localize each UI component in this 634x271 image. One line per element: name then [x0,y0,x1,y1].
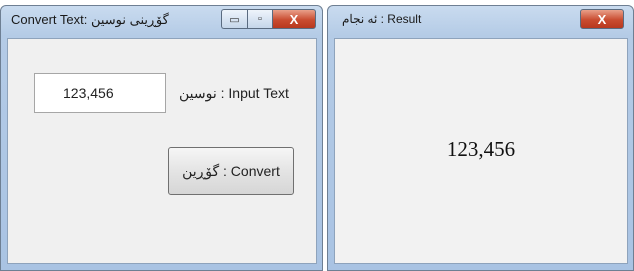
minimize-icon[interactable]: ▭ [221,9,247,29]
result-value: 123,456 [446,137,516,161]
convert-button[interactable]: گۆڕین : Convert [168,147,294,195]
convert-window-title: Convert Text: گۆڕینی نوسین [11,12,169,27]
maximize-icon[interactable]: ▫ [247,9,272,29]
input-text-label: نوسین : Input Text [179,85,289,101]
result-window-titlebar[interactable]: ئه نجام : Result X [328,6,633,38]
convert-window-client: نوسین : Input Text گۆڕین : Convert [7,38,317,264]
close-icon[interactable]: X [272,9,316,29]
input-text-field[interactable] [34,73,166,113]
convert-window-titlebar[interactable]: Convert Text: گۆڕینی نوسین ▭ ▫ X [1,6,322,38]
result-window: ئه نجام : Result X 123,456 [327,5,634,271]
convert-window: Convert Text: گۆڕینی نوسین ▭ ▫ X نوسین :… [0,5,323,271]
result-window-title: ئه نجام : Result [342,12,422,26]
close-icon[interactable]: X [580,9,624,29]
result-window-client: 123,456 [334,38,628,264]
